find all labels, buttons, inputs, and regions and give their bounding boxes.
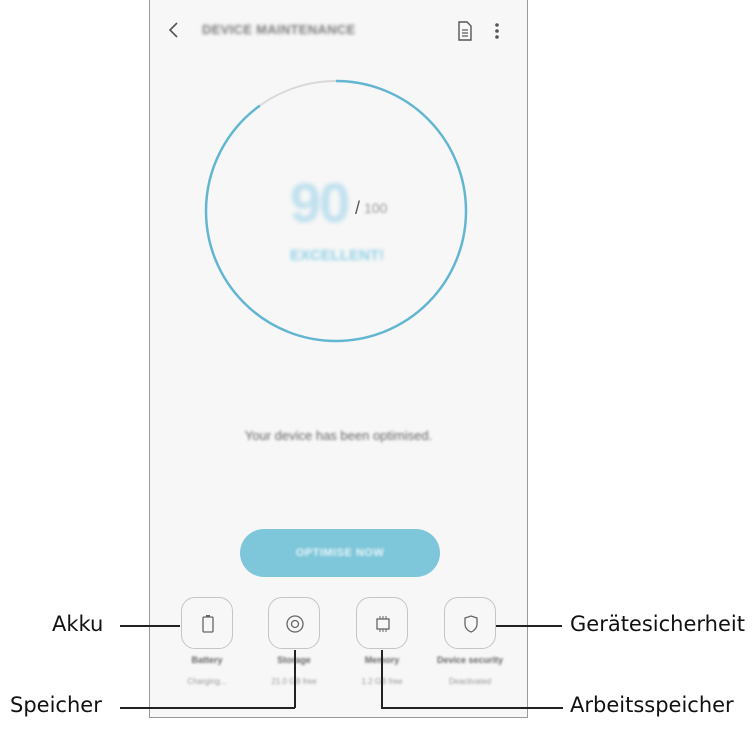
tile-device-security-status: Deactivated: [448, 677, 492, 686]
callout-akku: Akku: [52, 612, 104, 636]
memory-chip-icon: [376, 616, 390, 632]
score-status: EXCELLENT!: [290, 247, 385, 264]
battery-icon: [202, 615, 214, 633]
callout-speicher-line-h: [120, 707, 295, 709]
callout-arbeitsspeicher-line-v: [381, 650, 383, 708]
tile-device-security-label: Device security: [436, 655, 504, 665]
callout-arbeitsspeicher-line-h: [381, 707, 563, 709]
tile-device-security-box[interactable]: [444, 597, 496, 649]
score-value: 90: [290, 171, 350, 234]
tile-memory-box[interactable]: [356, 597, 408, 649]
optimise-now-label: OPTIMISE NOW: [295, 547, 385, 559]
tile-battery-label: Battery: [191, 655, 223, 665]
callout-akku-line: [120, 625, 180, 627]
app-bar-title: DEVICE MAINTENANCE: [202, 22, 356, 37]
tile-device-security[interactable]: Device security Deactivated: [430, 597, 506, 686]
tile-battery[interactable]: Battery Charging...: [167, 597, 243, 686]
score-max: 100: [364, 200, 388, 216]
report-document-icon[interactable]: [456, 20, 474, 42]
callout-geraetesicherheit-line: [496, 625, 562, 627]
storage-icon: [286, 615, 304, 633]
optimise-now-button[interactable]: OPTIMISE NOW: [240, 529, 440, 577]
more-options-icon[interactable]: [493, 20, 501, 42]
optimised-message: Your device has been optimised.: [244, 428, 433, 443]
tile-storage-box[interactable]: [268, 597, 320, 649]
callout-speicher: Speicher: [10, 693, 102, 717]
app-bar: DEVICE MAINTENANCE: [150, 0, 527, 62]
callout-arbeitsspeicher: Arbeitsspeicher: [570, 693, 734, 717]
score-slash: /: [355, 198, 361, 218]
shield-icon: [464, 615, 478, 633]
callout-geraetesicherheit: Gerätesicherheit: [570, 612, 745, 636]
tile-storage[interactable]: Storage 21.0 GB free: [254, 597, 330, 686]
callout-speicher-line-v: [294, 650, 296, 708]
back-arrow-icon[interactable]: [166, 20, 182, 40]
phone-screen: DEVICE MAINTENANCE 90 / 100 EXCELLENT! Y…: [149, 0, 528, 718]
tile-memory[interactable]: Memory 1.2 GB free: [342, 597, 418, 686]
tile-battery-status: Charging...: [187, 677, 227, 686]
tile-battery-box[interactable]: [181, 597, 233, 649]
